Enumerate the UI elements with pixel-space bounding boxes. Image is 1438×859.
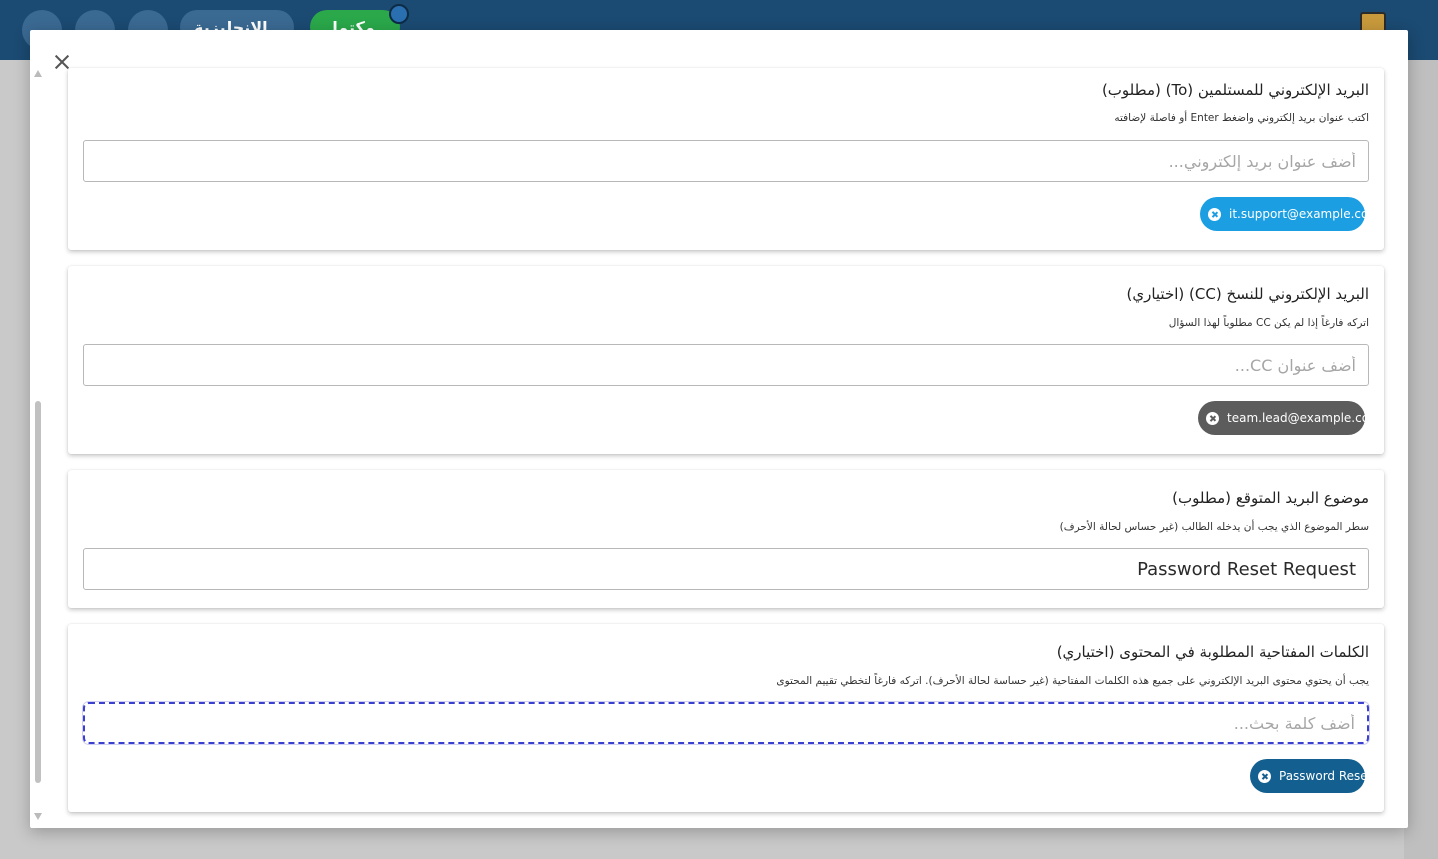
chip-label: Password Reset: [1279, 769, 1373, 783]
to-hint: اكتب عنوان بريد إلكتروني واضغط Enter أو …: [1114, 112, 1369, 124]
scroll-up-arrow[interactable]: [34, 70, 42, 77]
to-title: البريد الإلكتروني للمستلمين (To) (مطلوب): [1101, 81, 1369, 99]
scroll-thumb[interactable]: [35, 401, 41, 783]
modal-scrollbar[interactable]: [32, 70, 44, 820]
keyword-chip[interactable]: Password Reset: [1250, 759, 1372, 793]
chip-label: team.lead@example.com: [1227, 411, 1381, 425]
cc-hint: اتركه فارغاً إذا لم يكن CC مطلوباً لهذا …: [1168, 317, 1369, 329]
notification-dot: [389, 4, 409, 24]
to-email-chip[interactable]: it.support@example.com: [1200, 197, 1380, 231]
cc-recipients-card: البريد الإلكتروني للنسخ (CC) (اختياري) ا…: [68, 266, 1384, 454]
keyword-input[interactable]: [83, 702, 1369, 744]
keywords-card: الكلمات المفتاحية المطلوبة في المحتوى (ا…: [68, 624, 1384, 812]
question-settings-modal: البريد الإلكتروني للمستلمين (To) (مطلوب)…: [30, 30, 1408, 828]
cc-title: البريد الإلكتروني للنسخ (CC) (اختياري): [1126, 285, 1370, 303]
cc-email-chip[interactable]: team.lead@example.com: [1198, 401, 1381, 435]
background-panel: [1404, 60, 1438, 859]
x-circle-icon[interactable]: [1208, 207, 1221, 221]
to-recipients-card: البريد الإلكتروني للمستلمين (To) (مطلوب)…: [68, 68, 1384, 250]
x-circle-icon[interactable]: [1206, 411, 1219, 425]
subject-input[interactable]: [83, 548, 1369, 590]
scroll-down-arrow[interactable]: [34, 813, 42, 820]
x-circle-icon[interactable]: [1258, 769, 1271, 783]
subject-card: موضوع البريد المتوقع (مطلوب) سطر الموضوع…: [68, 470, 1384, 608]
cc-email-input[interactable]: [83, 344, 1369, 386]
to-email-input[interactable]: [83, 140, 1369, 182]
keywords-hint: يجب أن يحتوي محتوى البريد الإلكتروني على…: [776, 675, 1369, 687]
subject-title: موضوع البريد المتوقع (مطلوب): [1172, 489, 1369, 507]
keywords-title: الكلمات المفتاحية المطلوبة في المحتوى (ا…: [1056, 643, 1369, 661]
chip-label: it.support@example.com: [1229, 207, 1381, 221]
subject-hint: سطر الموضوع الذي يجب أن يدخله الطالب (غي…: [1059, 521, 1369, 533]
